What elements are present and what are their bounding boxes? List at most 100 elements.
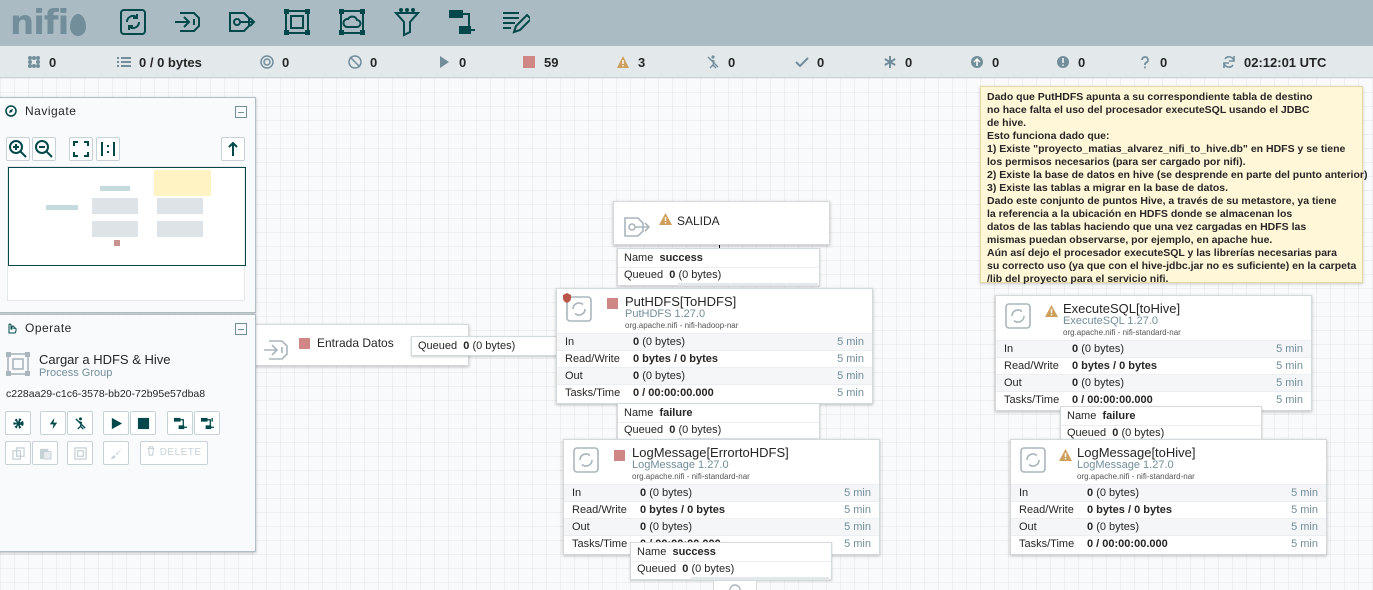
output-port-salida[interactable]: SALIDA — [613, 201, 830, 245]
stat-row-out: Out 0 (0 bytes) 5 min — [564, 518, 879, 535]
modified-stale-stat: 0 — [1056, 55, 1085, 71]
funnel-icon[interactable] — [392, 7, 422, 37]
birdseye-item — [157, 221, 203, 237]
hand-pointer-icon — [8, 323, 17, 334]
nifi-logo[interactable]: nifi — [10, 6, 87, 40]
configure-button[interactable] — [5, 411, 31, 435]
delete-label: DELETE — [159, 447, 202, 458]
zoom-out-button[interactable] — [32, 137, 56, 161]
process-group-icon[interactable] — [282, 7, 312, 37]
stop-icon — [523, 56, 535, 68]
disable-button[interactable] — [67, 411, 93, 435]
stopped-icon — [607, 298, 618, 309]
copy-icon — [11, 447, 25, 460]
processor-name: LogMessage[toHive] — [1077, 445, 1196, 460]
output-port-icon[interactable] — [227, 7, 257, 37]
warning-icon — [617, 56, 629, 68]
remote-process-group-icon[interactable] — [337, 7, 367, 37]
sync-failure-stat: 0 — [1138, 55, 1167, 71]
check-icon — [795, 57, 809, 68]
group-type: Process Group — [39, 367, 113, 379]
processor-name: PutHDFS[ToHDFS] — [625, 294, 737, 309]
navigate-header[interactable]: Navigate — [5, 104, 76, 118]
header-toolbar: nifi — [0, 0, 1373, 46]
stop-icon — [137, 417, 149, 430]
disabled-icon — [74, 417, 86, 430]
invalid-stat: 3 — [616, 55, 645, 71]
note-line: datos de las tablas haciendo que una vez… — [987, 221, 1307, 233]
start-button[interactable] — [103, 411, 129, 435]
template-icon[interactable] — [447, 7, 477, 37]
zoom-in-button[interactable] — [6, 137, 30, 161]
locally-modified-stat: 0 — [883, 55, 912, 71]
actual-size-icon — [101, 142, 115, 156]
note-line: 3) Existe las tablas a migrar en la base… — [987, 182, 1229, 194]
refresh-stat[interactable]: 02:12:01 UTC — [1222, 55, 1326, 71]
processor-type: LogMessage 1.27.0 — [632, 459, 729, 471]
refresh-icon[interactable] — [1222, 55, 1236, 69]
birdseye-item — [92, 221, 138, 237]
group-name: Cargar a HDFS & Hive — [39, 352, 171, 367]
operate-header[interactable]: Operate — [5, 321, 72, 335]
stat-row-read-write: Read/Write 0 bytes / 0 bytes 5 min — [996, 357, 1311, 374]
zoom-out-icon — [35, 140, 53, 158]
navigate-minimize-button[interactable] — [235, 106, 247, 118]
alert-circle-icon — [1057, 56, 1069, 68]
queued-row: Queued 0 (0 bytes) — [624, 424, 722, 436]
processor-puthdfs[interactable]: PutHDFS[ToHDFS] PutHDFS 1.27.0 org.apach… — [556, 288, 873, 404]
note-line: los permisos necesarios (para ser cargad… — [987, 156, 1246, 168]
enable-button[interactable] — [40, 411, 66, 435]
processor-logmessage-tohive[interactable]: LogMessage[toHive] LogMessage 1.27.0 org… — [1010, 439, 1327, 555]
stat-row-read-write: Read/Write 0 bytes / 0 bytes 5 min — [1011, 501, 1326, 518]
paste-button[interactable] — [32, 441, 58, 465]
output-port-partial[interactable] — [713, 580, 757, 590]
birdseye-note — [154, 170, 211, 196]
operate-minimize-button[interactable] — [235, 323, 247, 335]
flow-note-label[interactable]: Dado que PutHDFS apunta a su correspondi… — [980, 86, 1367, 285]
connection-label-success-bottom[interactable]: Name success Queued 0 (0 bytes) — [630, 542, 832, 580]
separator — [618, 422, 819, 423]
connection-label-success[interactable]: Name success Queued 0 (0 bytes) — [617, 248, 820, 286]
actual-size-button[interactable] — [96, 137, 120, 161]
birdseye-view[interactable] — [7, 166, 246, 301]
label-icon[interactable] — [500, 7, 533, 37]
input-port-icon[interactable] — [172, 7, 202, 37]
processor-logmessage-errortohdfs[interactable]: LogMessage[ErrortoHDFS] LogMessage 1.27.… — [563, 439, 880, 555]
active-threads-stat: 0 — [27, 55, 56, 71]
warning-icon — [1045, 305, 1058, 317]
processor-bundle: org.apache.nifi - nifi-hadoop-nar — [625, 321, 739, 330]
warning-icon — [1059, 449, 1072, 461]
stat-row-in: In 0 (0 bytes) 5 min — [996, 340, 1311, 357]
copy-button[interactable] — [5, 441, 31, 465]
delete-button[interactable]: DELETE — [140, 441, 208, 465]
not-transmitting-icon — [348, 55, 362, 69]
lightning-icon — [49, 417, 57, 430]
leave-group-button[interactable] — [221, 137, 245, 161]
paste-icon — [39, 448, 52, 460]
arrow-up-circle-icon — [971, 56, 983, 68]
question-icon — [1141, 56, 1149, 69]
processor-icon[interactable] — [118, 7, 148, 37]
birdseye-item — [100, 186, 130, 191]
connection-name-row: Name failure — [1067, 410, 1136, 422]
port-icon — [729, 584, 741, 590]
processor-icon — [573, 447, 599, 473]
processor-executesql[interactable]: ExecuteSQL[toHive] ExecuteSQL 1.27.0 org… — [995, 295, 1312, 411]
output-port-icon — [624, 217, 651, 237]
stop-button[interactable] — [130, 411, 156, 435]
fit-button[interactable] — [69, 137, 93, 161]
upload-template-button[interactable] — [194, 411, 220, 435]
group-button[interactable] — [67, 441, 93, 465]
connection-label-failure[interactable]: Name failure Queued 0 (0 bytes) — [617, 403, 820, 441]
color-button[interactable] — [103, 441, 129, 465]
create-template-button[interactable] — [167, 411, 193, 435]
connection-label-entrada[interactable]: Queued 0 (0 bytes) — [411, 336, 559, 356]
status-bar: 0 0 / 0 bytes 0 0 0 59 3 0 0 0 0 0 0 02:… — [0, 46, 1373, 78]
note-line: Esto funciona dado que: — [987, 130, 1110, 142]
separator — [631, 561, 831, 562]
note-line: Dado que PutHDFS apunta a su correspondi… — [987, 91, 1313, 103]
queue-bar — [678, 283, 818, 286]
processor-type: PutHDFS 1.27.0 — [625, 308, 706, 320]
port-name: Entrada Datos — [317, 336, 394, 350]
flow-canvas[interactable]: Navigate Entrada Datos Operate Cargar a … — [0, 78, 1373, 590]
